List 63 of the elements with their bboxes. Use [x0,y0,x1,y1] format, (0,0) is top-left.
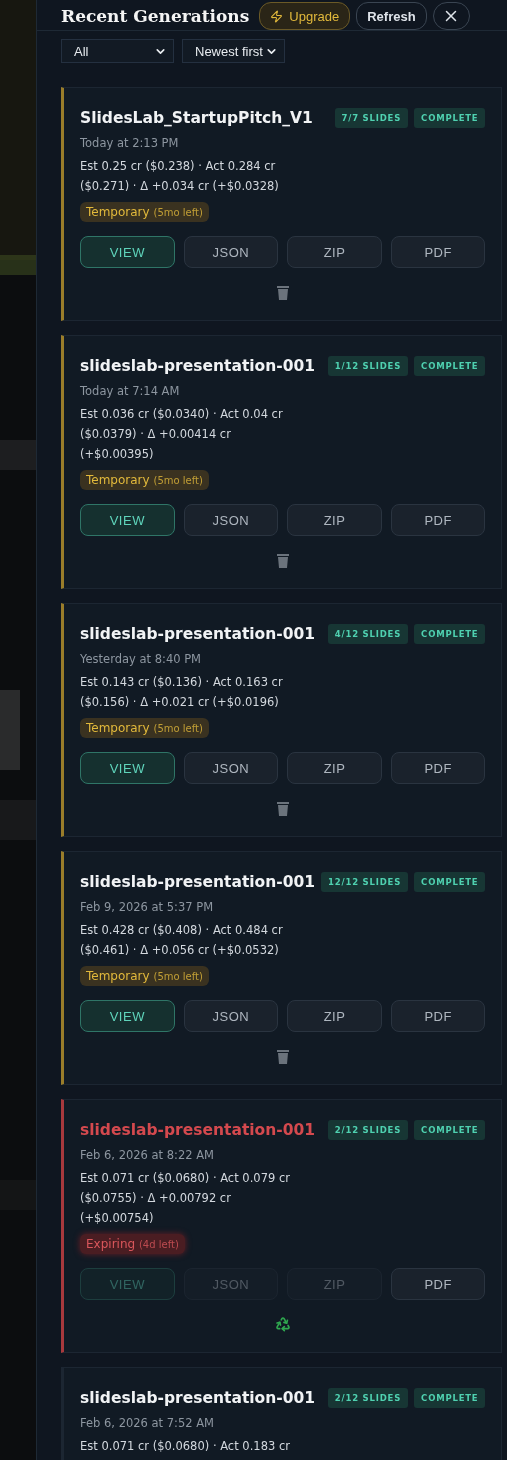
download-button[interactable]: JSON [183,504,279,536]
generation-date: Feb 6, 2026 at 7:52 AM [80,1416,216,1430]
lightning-icon [270,9,284,23]
view-button[interactable]: VIEW [80,236,175,268]
trash-icon[interactable] [275,284,290,300]
view-button[interactable]: VIEW [80,504,175,536]
generation-title: slideslab-presentation-001 [80,873,316,891]
download-button[interactable]: ZIP [287,752,382,784]
download-button[interactable]: PDF [390,752,486,784]
download-button[interactable]: JSON [183,752,279,784]
retention-tag: Temporary (5mo left) [80,202,209,222]
status-badge: COMPLETE [414,356,486,376]
generation-date: Feb 9, 2026 at 5:37 PM [80,900,215,914]
cost-summary: Est 0.071 cr ($0.0680) · Act 0.183 cr [80,1438,291,1455]
retention-tag: Temporary (5mo left) [80,470,209,490]
generation-date: Feb 6, 2026 at 8:22 AM [80,1148,216,1162]
generation-title: SlidesLab_StartupPitch_V1 [80,109,313,127]
download-button[interactable]: PDF [390,1000,486,1032]
slide-count-badge: 12/12 SLIDES [321,872,409,892]
recycle-icon[interactable] [274,1316,291,1332]
cost-summary: Est 0.428 cr ($0.408) · Act 0.484 cr ($0.461) · Δ +0.056 cr (+$0.0532) [80,922,284,959]
trash-icon[interactable] [275,1048,290,1064]
download-button[interactable]: JSON [183,236,279,268]
download-button[interactable]: ZIP [287,1000,382,1032]
refresh-button[interactable]: Refresh [356,2,427,30]
status-badge: COMPLETE [414,1388,486,1408]
download-button[interactable]: PDF [390,236,486,268]
generation-date: Today at 7:14 AM [80,384,181,398]
slide-count-badge: 4/12 SLIDES [327,624,409,644]
cost-summary: Est 0.071 cr ($0.0680) · Act 0.079 cr ($0.0755) · Δ +0.00792 cr (+$0.00754) [80,1170,291,1227]
generation-date: Today at 2:13 PM [80,136,180,150]
retention-tag: Temporary (5mo left) [80,718,209,738]
filter-dropdown[interactable]: All [61,39,174,63]
panel-title: Recent Generations [61,6,250,26]
view-button[interactable]: VIEW [80,1000,175,1032]
view-button[interactable]: VIEW [80,752,175,784]
retention-tag: Temporary (5mo left) [80,966,209,986]
cost-summary: Est 0.143 cr ($0.136) · Act 0.163 cr ($0.156) · Δ +0.021 cr (+$0.0196) [80,674,284,711]
download-button[interactable]: ZIP [287,504,382,536]
generation-title: slideslab-presentation-001 [80,357,316,375]
status-badge: COMPLETE [414,624,486,644]
status-badge: COMPLETE [414,1120,486,1140]
download-button[interactable]: ZIP [287,236,382,268]
trash-icon[interactable] [275,800,290,816]
generation-title: slideslab-presentation-001 [80,625,316,643]
trash-icon[interactable] [275,552,290,568]
filter-dropdown[interactable]: Newest first [182,39,285,63]
status-badge: COMPLETE [414,872,486,892]
cost-summary: Est 0.036 cr ($0.0340) · Act 0.04 cr ($0.0379) · Δ +0.00414 cr (+$0.00395) [80,406,284,463]
slide-count-badge: 1/12 SLIDES [327,356,409,376]
download-button[interactable]: JSON [183,1000,279,1032]
slide-count-badge: 2/12 SLIDES [327,1388,409,1408]
download-button[interactable]: PDF [390,504,486,536]
upgrade-button[interactable]: Upgrade [259,2,351,30]
retention-tag: Expiring (4d left) [80,1234,185,1254]
generation-date: Yesterday at 8:40 PM [80,652,203,666]
download-button[interactable]: PDF [390,1268,486,1300]
slide-count-badge: 7/7 SLIDES [334,108,409,128]
status-badge: COMPLETE [414,108,486,128]
generation-title: slideslab-presentation-001 [80,1389,316,1407]
slide-count-badge: 2/12 SLIDES [327,1120,409,1140]
cost-summary: Est 0.25 cr ($0.238) · Act 0.284 cr ($0.271) · Δ +0.034 cr (+$0.0328) [80,158,280,195]
generation-title: slideslab-presentation-001 [80,1121,316,1139]
